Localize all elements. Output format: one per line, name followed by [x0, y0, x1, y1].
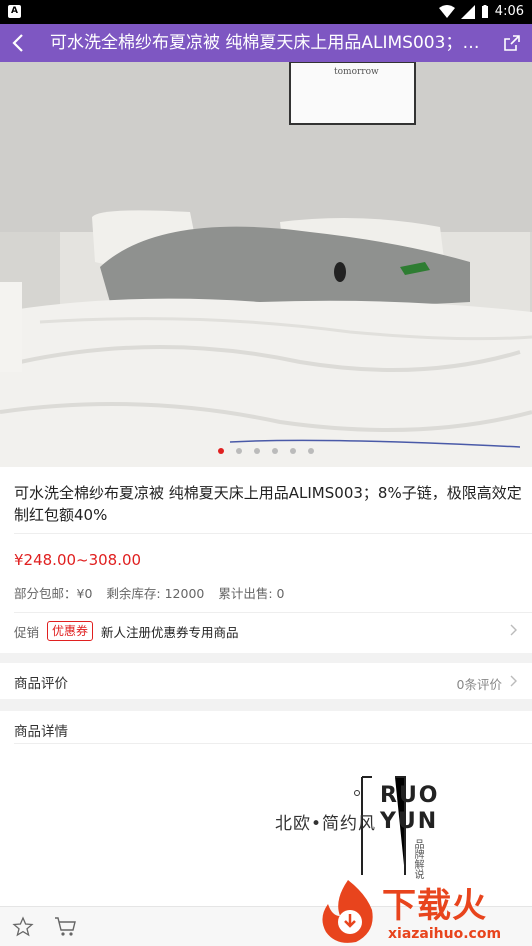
app-bar: 可水洗全棉纱布夏凉被 纯棉夏天床上用品ALIMS003；8%子链，极限高效定制红… [0, 24, 532, 62]
product-info-card: 可水洗全棉纱布夏凉被 纯棉夏天床上用品ALIMS003；8%子链，极限高效定制红… [0, 467, 532, 653]
product-photo: tomorrow [0, 62, 532, 467]
favorite-star-icon[interactable] [12, 916, 34, 938]
chevron-right-icon [510, 624, 517, 636]
carousel-dot[interactable] [254, 448, 260, 454]
picture-caption: tomorrow [334, 67, 379, 77]
status-time: 4:06 [494, 4, 524, 19]
product-image-carousel[interactable]: tomorrow [0, 62, 532, 467]
product-meta: 部分包邮：¥0 剩余库存: 12000 累计出售: 0 [14, 583, 285, 602]
stock-info: 剩余库存: 12000 [106, 586, 205, 601]
promo-text: 新人注册优惠券专用商品 [101, 624, 239, 640]
chevron-right-icon [510, 675, 517, 687]
signal-icon [460, 4, 475, 19]
brand-name-ruo: RUO [380, 783, 440, 808]
reviews-label: 商品评价 [14, 676, 68, 692]
watermark-cn: 下载火 [382, 886, 487, 926]
brand-name-yun: YUN [380, 809, 439, 834]
status-bar: A 4:06 [0, 0, 532, 24]
reviews-row[interactable]: 商品评价 0条评价 [0, 663, 532, 699]
battery-icon [481, 4, 488, 18]
wifi-icon [438, 4, 455, 18]
brand-slogan: 北欧•简约风 [275, 814, 377, 834]
divider [14, 533, 532, 534]
site-watermark: 下载火 xiazaihuo.com [316, 876, 532, 946]
carousel-dot[interactable] [236, 448, 242, 454]
carousel-dot[interactable] [218, 448, 224, 454]
details-label: 商品详情 [14, 724, 68, 740]
promo-row[interactable]: 促销 优惠券 新人注册优惠券专用商品 [14, 621, 239, 641]
back-arrow-icon[interactable] [8, 32, 30, 54]
shipping-info: 部分包邮：¥0 [14, 586, 93, 601]
reviews-count: 0条评价 [456, 677, 502, 692]
flame-logo-icon [322, 880, 373, 943]
coupon-badge: 优惠券 [47, 621, 94, 641]
product-title: 可水洗全棉纱布夏凉被 纯棉夏天床上用品ALIMS003；8%子链，极限高效定制红… [14, 484, 522, 524]
promo-label: 促销 [14, 624, 40, 640]
app-notification-icon: A [8, 5, 21, 18]
brand-vertical-text: 品牌解说 [412, 839, 423, 879]
product-price: ¥248.00~308.00 [14, 551, 142, 569]
carousel-dot[interactable] [308, 448, 314, 454]
page-title: 可水洗全棉纱布夏凉被 纯棉夏天床上用品ALIMS003；8%子链，极限高效定制红… [50, 33, 480, 53]
carousel-dot[interactable] [290, 448, 296, 454]
share-icon[interactable] [502, 33, 522, 53]
divider [14, 612, 532, 613]
divider [14, 743, 532, 744]
cart-icon[interactable] [54, 916, 78, 938]
sold-info: 累计出售: 0 [218, 586, 285, 601]
carousel-dot[interactable] [272, 448, 278, 454]
carousel-indicator [0, 448, 532, 454]
watermark-url: xiazaihuo.com [388, 926, 502, 942]
